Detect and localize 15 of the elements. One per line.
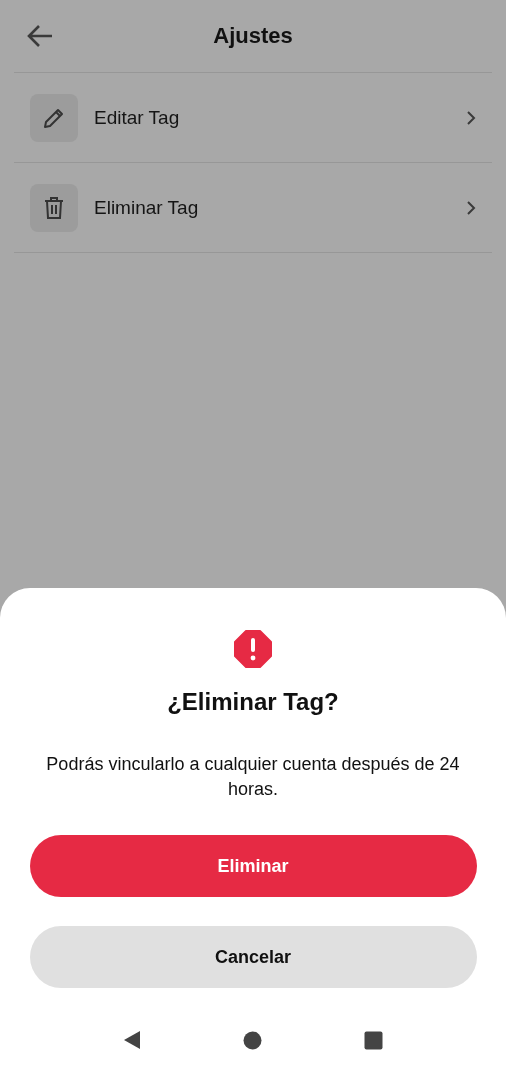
back-icon[interactable] bbox=[123, 1030, 141, 1050]
recents-icon[interactable] bbox=[364, 1030, 383, 1050]
cancel-button[interactable]: Cancelar bbox=[29, 926, 477, 988]
warning-icon bbox=[234, 630, 272, 668]
screen-title: Ajustes bbox=[213, 23, 293, 48]
dialog-message: Podrás vincularlo a cualquier cuenta después de 24 horas. bbox=[45, 753, 461, 801]
delete-button[interactable]: Eliminar bbox=[29, 835, 477, 897]
home-icon[interactable] bbox=[243, 1030, 262, 1050]
chevron-right-icon bbox=[466, 199, 476, 216]
trash-icon bbox=[43, 195, 65, 220]
chevron-right-icon bbox=[466, 109, 476, 126]
back-arrow-icon[interactable] bbox=[26, 24, 54, 48]
settings-item[interactable]: Editar Tag bbox=[14, 73, 492, 163]
settings-item[interactable]: Eliminar Tag bbox=[14, 163, 492, 253]
dialog-title: ¿Eliminar Tag? bbox=[167, 688, 339, 716]
